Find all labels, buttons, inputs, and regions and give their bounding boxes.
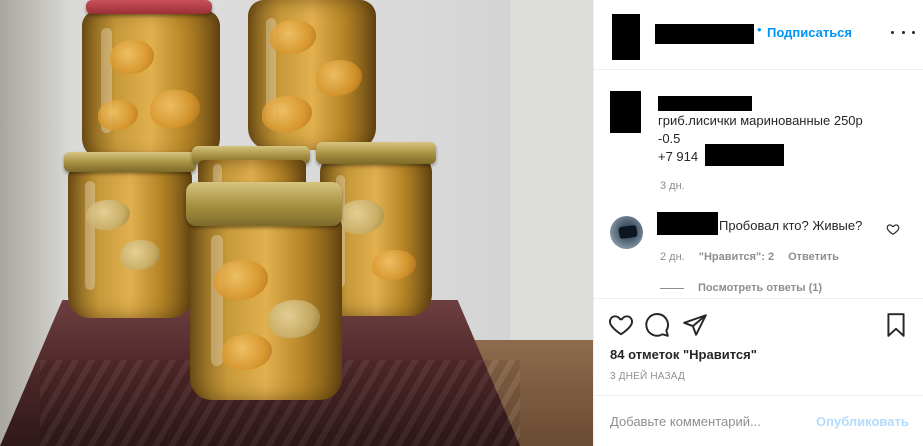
comment-text: Пробовал кто? Живые?	[719, 218, 863, 233]
comment-input[interactable]	[610, 414, 810, 429]
comment-likes[interactable]: "Нравится": 2	[699, 251, 774, 263]
comment-heart-icon[interactable]	[886, 222, 900, 236]
heart-icon[interactable]	[608, 312, 634, 338]
caption-avatar-redacted[interactable]	[610, 91, 641, 133]
comment-time[interactable]: 2 дн.	[660, 251, 685, 263]
instagram-post: • Подписаться Продам белый гриб.лисички …	[0, 0, 923, 446]
background-door	[510, 0, 593, 345]
author-avatar-redacted[interactable]	[612, 14, 640, 60]
jar-lid	[64, 152, 196, 172]
share-icon[interactable]	[682, 312, 708, 338]
view-replies-button[interactable]: Посмотреть ответы (1)	[660, 282, 822, 294]
jar-lid	[316, 142, 436, 164]
comment-icon[interactable]	[644, 312, 670, 338]
post-header: • Подписаться	[594, 0, 923, 70]
add-comment-bar: Опубликовать	[594, 395, 923, 446]
post-photo[interactable]	[0, 0, 593, 446]
replies-divider	[660, 287, 684, 289]
jar-middle-left	[68, 162, 192, 318]
likes-count[interactable]: 84 отметок "Нравится"	[610, 347, 757, 362]
comments-section: Продам белый гриб.лисички маринованные 2…	[594, 71, 923, 297]
author-name-redacted[interactable]	[655, 24, 754, 44]
bookmark-icon[interactable]	[883, 312, 909, 338]
jar-top-left	[82, 10, 220, 160]
publish-button[interactable]: Опубликовать	[816, 414, 909, 429]
caption-time[interactable]: 3 дн.	[660, 180, 685, 192]
caption-author-redacted[interactable]	[658, 96, 752, 111]
post-side-panel: • Подписаться Продам белый гриб.лисички …	[593, 0, 923, 446]
phone-number-redacted	[705, 144, 784, 166]
jar-lid	[86, 0, 212, 14]
follow-button[interactable]: Подписаться	[767, 25, 852, 40]
jar-lid	[186, 182, 342, 226]
separator-dot: •	[757, 22, 762, 37]
comment-meta: 2 дн. "Нравится": 2 Ответить	[660, 251, 839, 263]
commenter-avatar[interactable]	[610, 216, 643, 249]
post-actions: 84 отметок "Нравится" 3 ДНЕЙ НАЗАД	[594, 298, 923, 394]
more-options-icon[interactable]	[891, 22, 915, 42]
commenter-name-redacted[interactable]	[657, 212, 718, 235]
view-replies-label: Посмотреть ответы (1)	[698, 282, 823, 294]
post-time[interactable]: 3 ДНЕЙ НАЗАД	[610, 371, 685, 382]
jar-front	[190, 212, 342, 400]
reply-button[interactable]: Ответить	[788, 251, 839, 263]
